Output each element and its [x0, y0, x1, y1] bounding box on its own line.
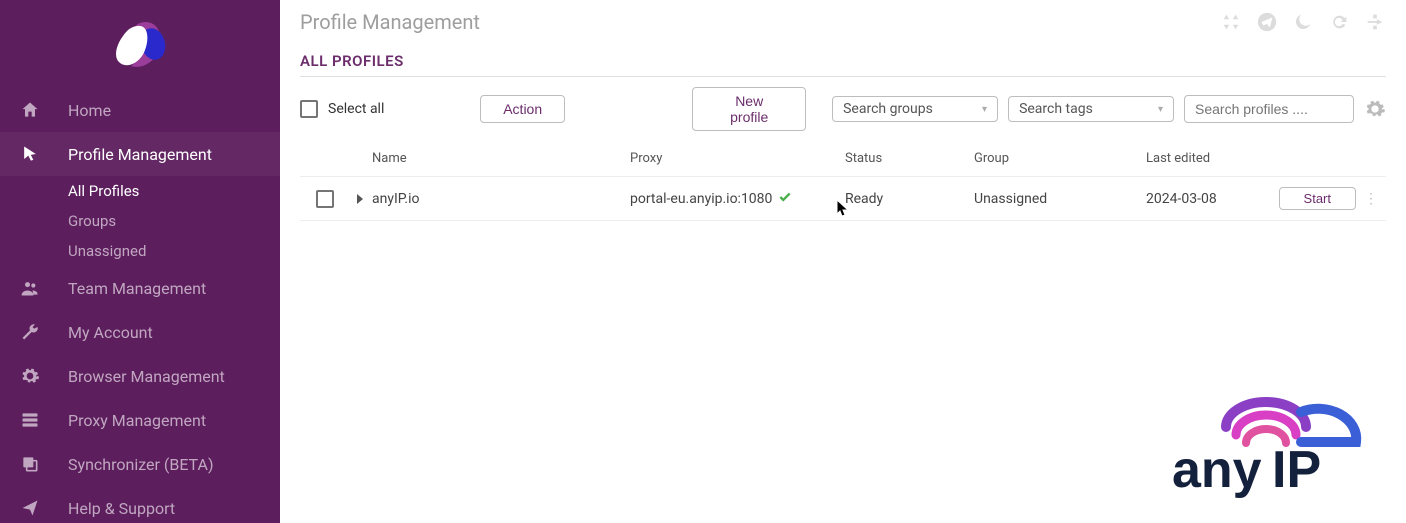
select-all-checkbox[interactable] [300, 100, 318, 118]
sidebar-item-my-account[interactable]: My Account [0, 310, 280, 354]
cell-group: Unassigned [974, 191, 1146, 207]
moon-icon[interactable] [1292, 11, 1314, 33]
col-header-group: Group [974, 151, 1146, 166]
nav-label-home: Home [68, 101, 111, 120]
page-title: Profile Management [300, 10, 480, 34]
nav-label-team: Team Management [68, 279, 206, 298]
sidebar-item-proxy-management[interactable]: Proxy Management [0, 398, 280, 442]
sidebar-subitem-all-profiles[interactable]: All Profiles [68, 176, 280, 206]
app-logo [0, 0, 280, 88]
cell-name: anyIP.io [370, 191, 630, 207]
copy-icon [18, 454, 42, 474]
gear-icon [18, 366, 42, 386]
sidebar-item-home[interactable]: Home [0, 88, 280, 132]
recycle-icon[interactable] [1220, 11, 1242, 33]
cell-proxy: portal-eu.anyip.io:1080 [630, 191, 772, 207]
col-header-name: Name [370, 151, 630, 166]
sidebar-item-help-support[interactable]: Help & Support [0, 486, 280, 523]
chevron-down-icon: ▾ [982, 104, 987, 115]
sidebar-subitem-groups[interactable]: Groups [68, 206, 280, 236]
page-header: Profile Management [300, 0, 1386, 44]
sidebar: Home Profile Management All Profiles Gro… [0, 0, 280, 523]
row-more-icon[interactable]: ⋮ [1356, 191, 1386, 207]
section-title: ALL PROFILES [300, 44, 1386, 77]
search-tags-label: Search tags [1019, 101, 1093, 117]
server-icon [18, 410, 42, 430]
toolbar: Select all Action New profile Search gro… [300, 77, 1386, 141]
nav-label-account: My Account [68, 323, 153, 342]
sidebar-subitem-unassigned[interactable]: Unassigned [68, 236, 280, 266]
table-header: Name Proxy Status Group Last edited [300, 141, 1386, 177]
new-profile-button[interactable]: New profile [692, 87, 806, 131]
col-header-status: Status [845, 151, 974, 166]
row-checkbox[interactable] [316, 190, 334, 208]
nav-label-sync: Synchronizer (BETA) [68, 455, 214, 474]
search-groups-label: Search groups [843, 101, 933, 117]
sidebar-item-team-management[interactable]: Team Management [0, 266, 280, 310]
main-panel: Profile Management ALL PROFILES Select a… [280, 0, 1406, 523]
search-groups-select[interactable]: Search groups ▾ [832, 96, 998, 122]
nav-label-proxy: Proxy Management [68, 411, 206, 430]
wrench-icon [18, 322, 42, 342]
expand-row-icon[interactable] [357, 194, 363, 204]
action-button[interactable]: Action [480, 95, 565, 123]
svg-text:IP: IP [1272, 441, 1321, 499]
sidebar-item-profile-management[interactable]: Profile Management [0, 132, 280, 176]
logout-icon[interactable] [1364, 11, 1386, 33]
nav-label-profile-management: Profile Management [68, 145, 212, 164]
search-profiles-input[interactable] [1184, 95, 1354, 123]
settings-gear-icon[interactable] [1364, 98, 1386, 120]
telegram-icon[interactable] [1256, 11, 1278, 33]
watermark-logo: any IP [1166, 387, 1376, 511]
cell-status: Ready [845, 191, 974, 207]
search-tags-select[interactable]: Search tags ▾ [1008, 96, 1174, 122]
svg-text:any: any [1172, 441, 1262, 499]
start-button[interactable]: Start [1279, 187, 1356, 210]
cell-last-edited: 2024-03-08 [1146, 191, 1266, 207]
proxy-check-icon [778, 190, 792, 208]
header-icons [1220, 11, 1386, 33]
select-all-label: Select all [328, 101, 384, 117]
home-icon [18, 100, 42, 120]
nav-label-browser: Browser Management [68, 367, 225, 386]
col-header-last-edited: Last edited [1146, 151, 1266, 166]
sidebar-item-browser-management[interactable]: Browser Management [0, 354, 280, 398]
refresh-icon[interactable] [1328, 11, 1350, 33]
sidebar-subnav: All Profiles Groups Unassigned [0, 176, 280, 266]
send-icon [18, 498, 42, 518]
chevron-down-icon: ▾ [1158, 104, 1163, 115]
table-row: anyIP.io portal-eu.anyip.io:1080 Ready U… [300, 177, 1386, 221]
nav-label-help: Help & Support [68, 499, 175, 518]
cursor-icon [18, 144, 42, 164]
sidebar-item-synchronizer[interactable]: Synchronizer (BETA) [0, 442, 280, 486]
col-header-proxy: Proxy [630, 151, 845, 166]
team-icon [18, 278, 42, 298]
